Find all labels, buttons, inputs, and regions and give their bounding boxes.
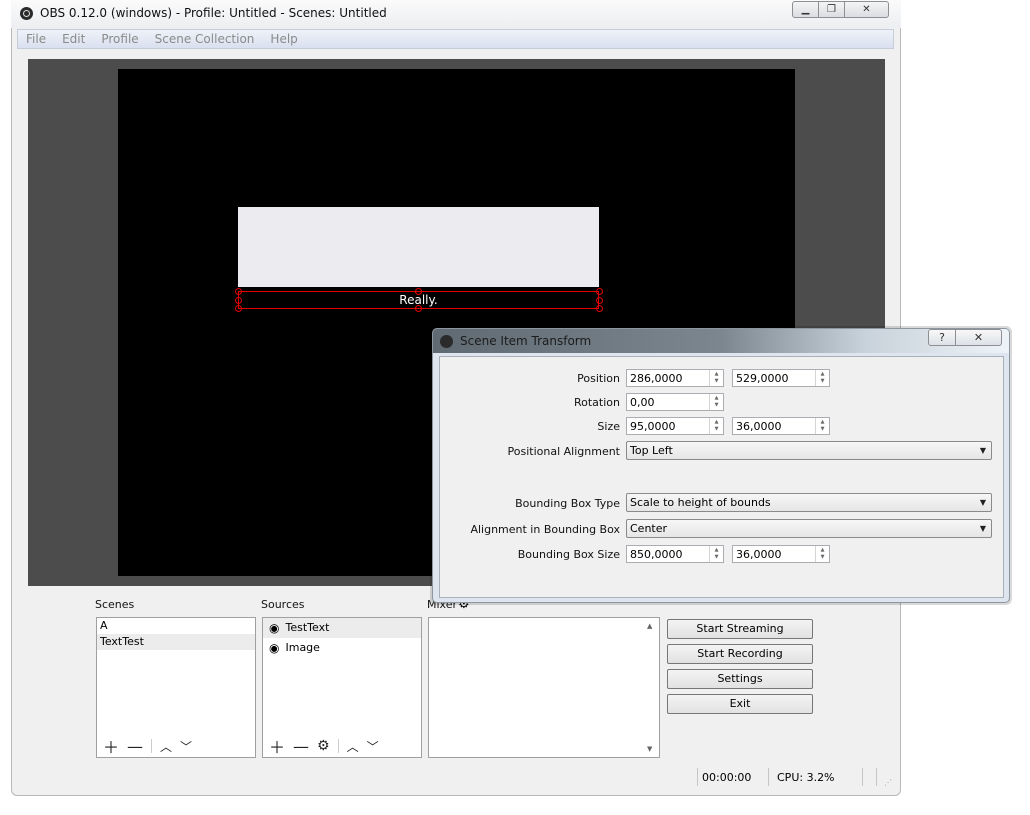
position-y-field[interactable]: 529,0000 ▲ ▼ bbox=[732, 369, 830, 387]
dropdown-arrow-icon: ▼ bbox=[979, 446, 987, 455]
positional-alignment-label: Positional Alignment bbox=[507, 445, 620, 458]
start-recording-button[interactable]: Start Recording bbox=[667, 644, 813, 664]
spin-arrows-icon[interactable]: ▲ ▼ bbox=[815, 370, 829, 386]
exit-button[interactable]: Exit bbox=[667, 694, 813, 714]
scenes-label: Scenes bbox=[95, 598, 135, 611]
close-icon: ✕ bbox=[862, 4, 871, 15]
source-item-testtext[interactable]: ◉ TestText bbox=[263, 618, 421, 638]
spin-arrows-icon[interactable]: ▲ ▼ bbox=[709, 418, 723, 434]
menu-bar: File Edit Profile Scene Collection Help bbox=[17, 29, 894, 49]
toolbar-separator bbox=[337, 739, 339, 753]
resize-grip-icon[interactable]: ⋰ bbox=[884, 778, 892, 787]
status-divider bbox=[862, 768, 863, 786]
menu-help[interactable]: Help bbox=[262, 32, 305, 46]
scenes-list[interactable]: A TextTest ＋ — ︿ ﹀ bbox=[96, 617, 256, 758]
add-scene-icon[interactable]: ＋ bbox=[103, 734, 119, 758]
bounding-box-type-select[interactable]: Scale to height of bounds ▼ bbox=[626, 493, 992, 512]
window-title: OBS 0.12.0 (windows) - Profile: Untitled… bbox=[40, 6, 387, 20]
dialog-close-button[interactable]: ✕ bbox=[956, 329, 1002, 346]
spin-arrows-icon[interactable]: ▲ ▼ bbox=[709, 546, 723, 562]
minimize-button[interactable]: ▁ bbox=[792, 1, 819, 18]
scene-item-a[interactable]: A bbox=[97, 618, 255, 634]
sources-label: Sources bbox=[261, 598, 305, 611]
resize-handle-top[interactable] bbox=[415, 288, 422, 295]
position-label: Position bbox=[577, 372, 620, 385]
size-label: Size bbox=[597, 420, 620, 433]
scene-item-texttest[interactable]: TextTest bbox=[97, 634, 255, 650]
minimize-icon: ▁ bbox=[801, 4, 810, 15]
status-cpu: CPU: 3.2% bbox=[777, 771, 835, 784]
help-button[interactable]: ? bbox=[928, 329, 956, 346]
add-source-icon[interactable]: ＋ bbox=[269, 734, 285, 758]
move-up-icon[interactable]: ︿ bbox=[347, 738, 359, 755]
mixer-scrollbar[interactable]: ▲ ▼ bbox=[643, 618, 659, 757]
scroll-up-icon[interactable]: ▲ bbox=[647, 622, 652, 630]
size-h-field[interactable]: 36,0000 ▲ ▼ bbox=[732, 417, 830, 435]
resize-handle-bottom[interactable] bbox=[415, 305, 422, 312]
menu-file[interactable]: File bbox=[18, 32, 54, 46]
spin-arrows-icon[interactable]: ▲ ▼ bbox=[815, 418, 829, 434]
gear-icon[interactable]: ⚙ bbox=[317, 738, 330, 754]
status-time: 00:00:00 bbox=[702, 771, 752, 784]
resize-handle-top-left[interactable] bbox=[235, 288, 242, 295]
bbox-w-field[interactable]: 850,0000 ▲ ▼ bbox=[626, 545, 724, 563]
dialog-controls: ? ✕ bbox=[928, 329, 1002, 346]
scroll-down-icon[interactable]: ▼ bbox=[647, 745, 652, 753]
menu-edit[interactable]: Edit bbox=[54, 32, 93, 46]
dropdown-arrow-icon: ▼ bbox=[979, 498, 987, 507]
alignment-in-bounding-box-select[interactable]: Center ▼ bbox=[626, 519, 992, 538]
window-controls: ▁ ❐ ✕ bbox=[792, 1, 889, 20]
bounding-box-size-label: Bounding Box Size bbox=[517, 548, 620, 561]
obs-logo-icon bbox=[20, 7, 33, 20]
close-icon: ✕ bbox=[973, 331, 984, 344]
status-divider bbox=[768, 768, 769, 786]
bounding-box-type-label: Bounding Box Type bbox=[515, 497, 620, 510]
move-up-icon[interactable]: ︿ bbox=[160, 738, 172, 755]
position-x-field[interactable]: 286,0000 ▲ ▼ bbox=[626, 369, 724, 387]
restore-icon: ❐ bbox=[827, 4, 836, 15]
obs-logo-icon bbox=[440, 335, 453, 348]
source-name: TestText bbox=[285, 621, 330, 634]
eye-icon[interactable]: ◉ bbox=[269, 618, 279, 638]
source-item-image[interactable]: ◉ Image bbox=[263, 638, 421, 658]
spin-arrows-icon[interactable]: ▲ ▼ bbox=[815, 546, 829, 562]
eye-icon[interactable]: ◉ bbox=[269, 638, 279, 658]
menu-scene-collection[interactable]: Scene Collection bbox=[147, 32, 263, 46]
positional-alignment-select[interactable]: Top Left ▼ bbox=[626, 441, 992, 460]
settings-button[interactable]: Settings bbox=[667, 669, 813, 689]
move-down-icon[interactable]: ﹀ bbox=[367, 738, 379, 755]
dropdown-arrow-icon: ▼ bbox=[979, 524, 987, 533]
size-w-field[interactable]: 95,0000 ▲ ▼ bbox=[626, 417, 724, 435]
status-divider bbox=[876, 768, 877, 786]
remove-scene-icon[interactable]: — bbox=[127, 737, 143, 756]
status-divider bbox=[697, 768, 698, 786]
maximize-button[interactable]: ❐ bbox=[819, 1, 845, 18]
alignment-in-bounding-box-label: Alignment in Bounding Box bbox=[470, 523, 620, 536]
source-name: Image bbox=[285, 641, 320, 654]
sources-toolbar: ＋ — ⚙ ︿ ﹀ bbox=[269, 734, 379, 758]
sources-list[interactable]: ◉ TestText ◉ Image ＋ — ⚙ ︿ ﹀ bbox=[262, 617, 422, 758]
rotation-field[interactable]: 0,00 ▲ ▼ bbox=[626, 393, 724, 411]
dialog-title: Scene Item Transform bbox=[460, 334, 592, 348]
mixer-panel: ▲ ▼ bbox=[428, 617, 660, 758]
spin-arrows-icon[interactable]: ▲ ▼ bbox=[709, 370, 723, 386]
resize-handle-right[interactable] bbox=[596, 297, 603, 304]
move-down-icon[interactable]: ﹀ bbox=[180, 738, 192, 755]
resize-handle-top-right[interactable] bbox=[596, 288, 603, 295]
resize-handle-bottom-left[interactable] bbox=[235, 305, 242, 312]
rotation-label: Rotation bbox=[573, 396, 620, 409]
spin-arrows-icon[interactable]: ▲ ▼ bbox=[709, 394, 723, 410]
resize-handle-left[interactable] bbox=[235, 297, 242, 304]
close-button[interactable]: ✕ bbox=[845, 1, 889, 18]
start-streaming-button[interactable]: Start Streaming bbox=[667, 619, 813, 639]
remove-source-icon[interactable]: — bbox=[293, 737, 309, 756]
menu-profile[interactable]: Profile bbox=[93, 32, 146, 46]
scenes-toolbar: ＋ — ︿ ﹀ bbox=[103, 734, 192, 758]
toolbar-separator bbox=[151, 739, 153, 753]
help-icon: ? bbox=[939, 331, 945, 344]
image-source-render[interactable] bbox=[238, 207, 599, 287]
resize-handle-bottom-right[interactable] bbox=[596, 305, 603, 312]
bbox-h-field[interactable]: 36,0000 ▲ ▼ bbox=[732, 545, 830, 563]
